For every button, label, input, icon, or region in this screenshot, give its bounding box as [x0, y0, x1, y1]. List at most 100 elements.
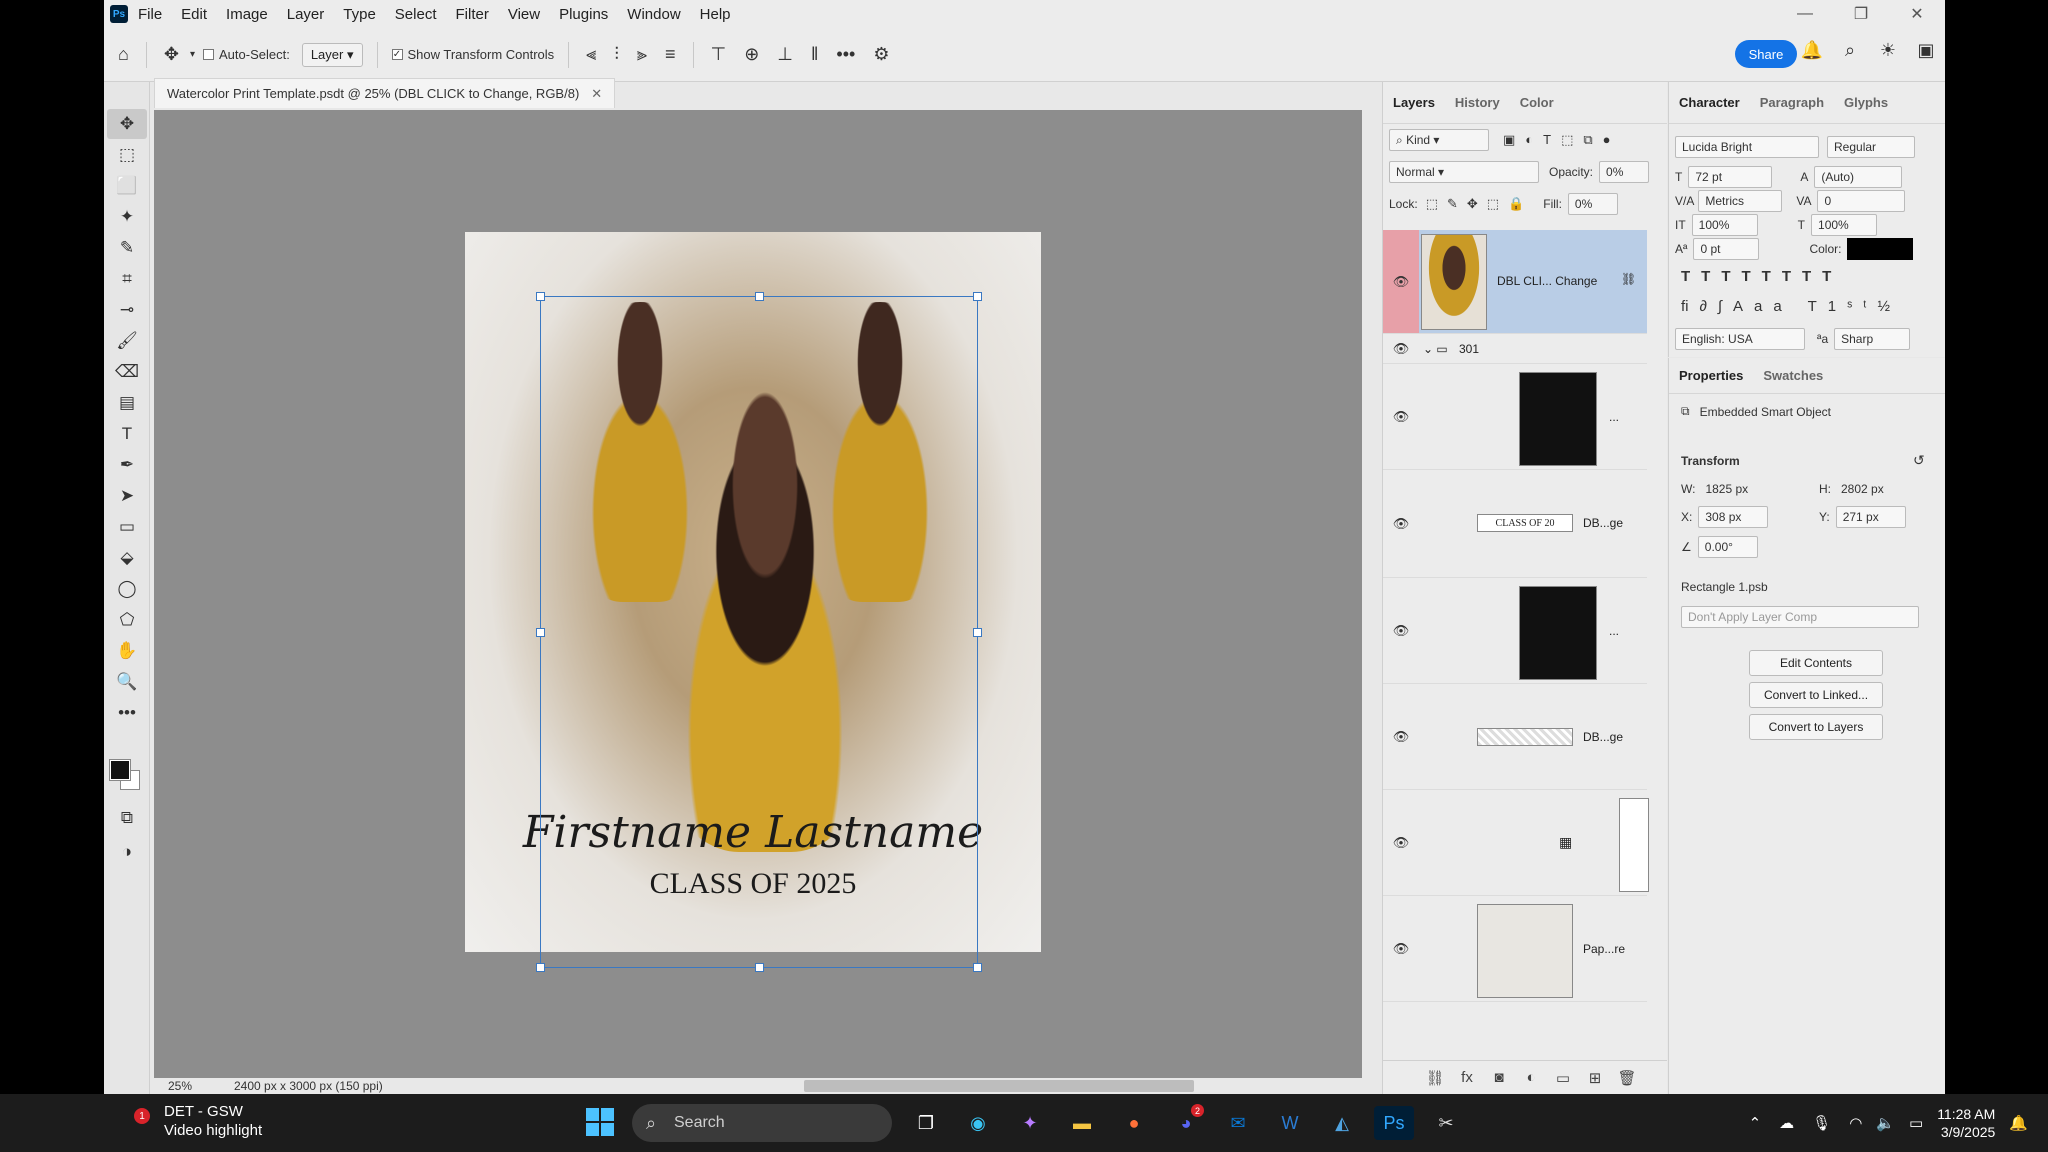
- horizontal-scrollbar[interactable]: [804, 1080, 1194, 1092]
- copilot-icon[interactable]: ✦: [1010, 1106, 1050, 1140]
- foreground-color-swatch[interactable]: [109, 759, 131, 781]
- volume-icon[interactable]: 🔈: [1876, 1114, 1895, 1132]
- menu-type[interactable]: Type: [343, 6, 376, 23]
- transform-handle[interactable]: [755, 292, 764, 301]
- height-value[interactable]: 2802 px: [1841, 482, 1884, 496]
- microphone-icon[interactable]: 🎙: [1812, 1114, 1831, 1132]
- brush-tool-icon[interactable]: 🖌: [107, 326, 147, 356]
- layer-row[interactable]: 👁 Pap...re: [1383, 896, 1647, 1002]
- transform-handle[interactable]: [536, 628, 545, 637]
- vertical-scale-input[interactable]: 100%: [1691, 214, 1758, 236]
- align-left-icon[interactable]: ⫷: [586, 44, 596, 65]
- search-icon[interactable]: ⌕: [1831, 40, 1869, 61]
- menu-window[interactable]: Window: [627, 6, 680, 23]
- text-color-swatch[interactable]: [1847, 238, 1914, 260]
- distribute-vertical-icon[interactable]: ‖: [811, 44, 818, 65]
- eraser-tool-icon[interactable]: ⌫: [107, 357, 147, 387]
- edit-contents-button[interactable]: Edit Contents: [1749, 650, 1883, 676]
- type-tool-icon[interactable]: T: [107, 419, 147, 449]
- move-tool-icon[interactable]: ✥: [164, 44, 179, 65]
- font-style-select[interactable]: Regular: [1827, 136, 1915, 158]
- font-size-input[interactable]: 72 pt: [1688, 166, 1773, 188]
- new-layer-icon[interactable]: ⊞: [1579, 1069, 1611, 1087]
- layer-group-row[interactable]: 👁 ⌄ ▭ 301: [1383, 334, 1647, 364]
- move-tool-icon[interactable]: ✥: [107, 109, 147, 139]
- transform-bounding-box[interactable]: [536, 292, 982, 972]
- font-family-select[interactable]: Lucida Bright: [1675, 136, 1819, 158]
- restore-icon[interactable]: ❐: [1833, 0, 1889, 28]
- leading-input[interactable]: (Auto): [1814, 166, 1903, 188]
- ellipse-tool-icon[interactable]: ◯: [107, 574, 147, 604]
- battery-icon[interactable]: ▭: [1909, 1114, 1923, 1132]
- transform-handle[interactable]: [755, 963, 764, 972]
- layer-row[interactable]: 👁 DBL CLI... Change ⛓: [1383, 230, 1647, 334]
- menu-image[interactable]: Image: [226, 6, 268, 23]
- firefox-icon[interactable]: ●: [1114, 1106, 1154, 1140]
- close-tab-icon[interactable]: ✕: [591, 86, 602, 102]
- gradient-tool-icon[interactable]: ▤: [107, 388, 147, 418]
- zoom-level[interactable]: 25%: [154, 1079, 234, 1093]
- transform-handle[interactable]: [536, 963, 545, 972]
- align-middle-icon[interactable]: ⊕: [744, 44, 759, 65]
- tab-glyphs[interactable]: Glyphs: [1844, 95, 1888, 110]
- angle-input[interactable]: 0.00°: [1697, 536, 1758, 558]
- crop-tool-icon[interactable]: ⌗: [107, 264, 147, 294]
- width-value[interactable]: 1825 px: [1705, 482, 1748, 496]
- workspace-icon[interactable]: ▣: [1907, 40, 1945, 61]
- antialias-select[interactable]: Sharp: [1834, 328, 1911, 350]
- lightbulb-icon[interactable]: ☀: [1869, 40, 1907, 61]
- taskbar-search[interactable]: ⌕ Search: [632, 1104, 892, 1142]
- eye-icon[interactable]: 👁: [1383, 578, 1419, 683]
- menu-plugins[interactable]: Plugins: [559, 6, 608, 23]
- eye-icon[interactable]: 👁: [1383, 470, 1419, 577]
- discord-icon[interactable]: ◕ 2: [1166, 1104, 1206, 1140]
- word-icon[interactable]: W: [1270, 1106, 1310, 1140]
- hand-tool-icon[interactable]: ✋: [107, 636, 147, 666]
- layer-comp-select[interactable]: Don't Apply Layer Comp: [1681, 606, 1919, 628]
- x-input[interactable]: 308 px: [1698, 506, 1769, 528]
- eye-icon[interactable]: 👁: [1383, 230, 1419, 333]
- auto-select-dropdown[interactable]: Layer ▾: [301, 42, 363, 67]
- photos-icon[interactable]: ◭: [1322, 1106, 1362, 1140]
- transform-handle[interactable]: [536, 292, 545, 301]
- trash-icon[interactable]: 🗑: [1611, 1069, 1643, 1087]
- custom-shape-tool-icon[interactable]: ⬠: [107, 605, 147, 635]
- layer-row[interactable]: 👁 ▦: [1383, 790, 1649, 896]
- kerning-select[interactable]: Metrics: [1698, 190, 1783, 212]
- fx-icon[interactable]: fx: [1451, 1069, 1483, 1086]
- eye-icon[interactable]: 👁: [1383, 684, 1419, 789]
- menu-view[interactable]: View: [508, 6, 540, 23]
- tab-color[interactable]: Color: [1520, 95, 1554, 110]
- snipping-tool-icon[interactable]: ✂: [1426, 1106, 1466, 1140]
- transform-handle[interactable]: [973, 963, 982, 972]
- marquee-tool-icon[interactable]: ⬜: [107, 171, 147, 201]
- close-icon[interactable]: ✕: [1889, 0, 1945, 28]
- windows-start-icon[interactable]: [586, 1108, 614, 1136]
- tab-history[interactable]: History: [1455, 95, 1500, 110]
- y-input[interactable]: 271 px: [1835, 506, 1906, 528]
- tab-character[interactable]: Character: [1679, 95, 1740, 110]
- screen-mode-icon[interactable]: ⧉: [107, 803, 147, 833]
- baseline-shift-input[interactable]: 0 pt: [1693, 238, 1760, 260]
- home-icon[interactable]: ⌂: [118, 44, 129, 65]
- horizontal-scale-input[interactable]: 100%: [1811, 214, 1878, 236]
- rectangle-tool-icon[interactable]: ▭: [107, 512, 147, 542]
- wifi-icon[interactable]: ◠: [1849, 1114, 1862, 1132]
- task-view-icon[interactable]: ❐: [906, 1106, 946, 1140]
- menu-edit[interactable]: Edit: [181, 6, 207, 23]
- zoom-tool-icon[interactable]: 🔍: [107, 667, 147, 697]
- pen-tool-icon[interactable]: ✒: [107, 450, 147, 480]
- path-selection-tool-icon[interactable]: ➤: [107, 481, 147, 511]
- blend-mode-select[interactable]: Normal ▾: [1389, 161, 1539, 183]
- minimize-icon[interactable]: —: [1777, 0, 1833, 28]
- adjustment-layer-icon[interactable]: ◐: [1515, 1069, 1547, 1086]
- eye-icon[interactable]: 👁: [1383, 364, 1419, 469]
- filter-type-icons[interactable]: ▣◐T⬚⧉●: [1503, 132, 1621, 148]
- layer-row[interactable]: 👁 ...: [1383, 364, 1647, 470]
- eyedropper-tool-icon[interactable]: ⊸: [107, 295, 147, 325]
- chevron-up-icon[interactable]: ⌃: [1749, 1114, 1762, 1132]
- opentype-buttons[interactable]: ﬁ∂∫Aaa T1ˢᵗ½: [1681, 298, 1901, 315]
- convert-to-layers-button[interactable]: Convert to Layers: [1749, 714, 1883, 740]
- layer-row[interactable]: 👁 DB...ge: [1383, 684, 1647, 790]
- link-layers-icon[interactable]: ⛓: [1419, 1069, 1451, 1087]
